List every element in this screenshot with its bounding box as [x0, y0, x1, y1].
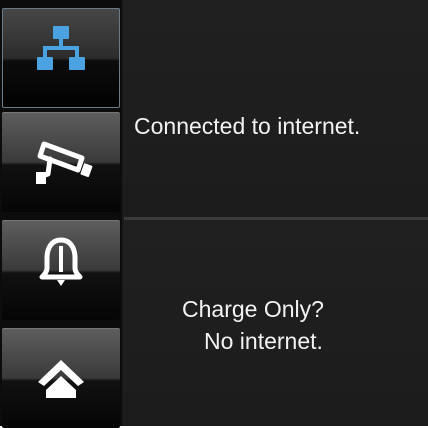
sidebar	[0, 0, 122, 428]
sidebar-item-home[interactable]	[2, 328, 120, 428]
bell-icon	[39, 237, 83, 286]
app-window: Connected to internet. Charge Only? No i…	[0, 0, 428, 428]
security-camera-icon	[36, 141, 93, 184]
sidebar-item-alarm[interactable]	[2, 220, 120, 320]
status-panel-charge: Charge Only? No internet.	[124, 220, 428, 426]
sidebar-item-camera[interactable]	[2, 112, 120, 212]
sidebar-item-network[interactable]	[2, 8, 120, 108]
no-internet-text: No internet.	[204, 328, 323, 354]
charge-only-text: Charge Only?	[182, 296, 324, 322]
status-panel-connected: Connected to internet.	[124, 0, 428, 217]
connected-status-text: Connected to internet.	[134, 113, 361, 139]
home-icon	[38, 360, 84, 398]
network-icon	[37, 26, 85, 70]
